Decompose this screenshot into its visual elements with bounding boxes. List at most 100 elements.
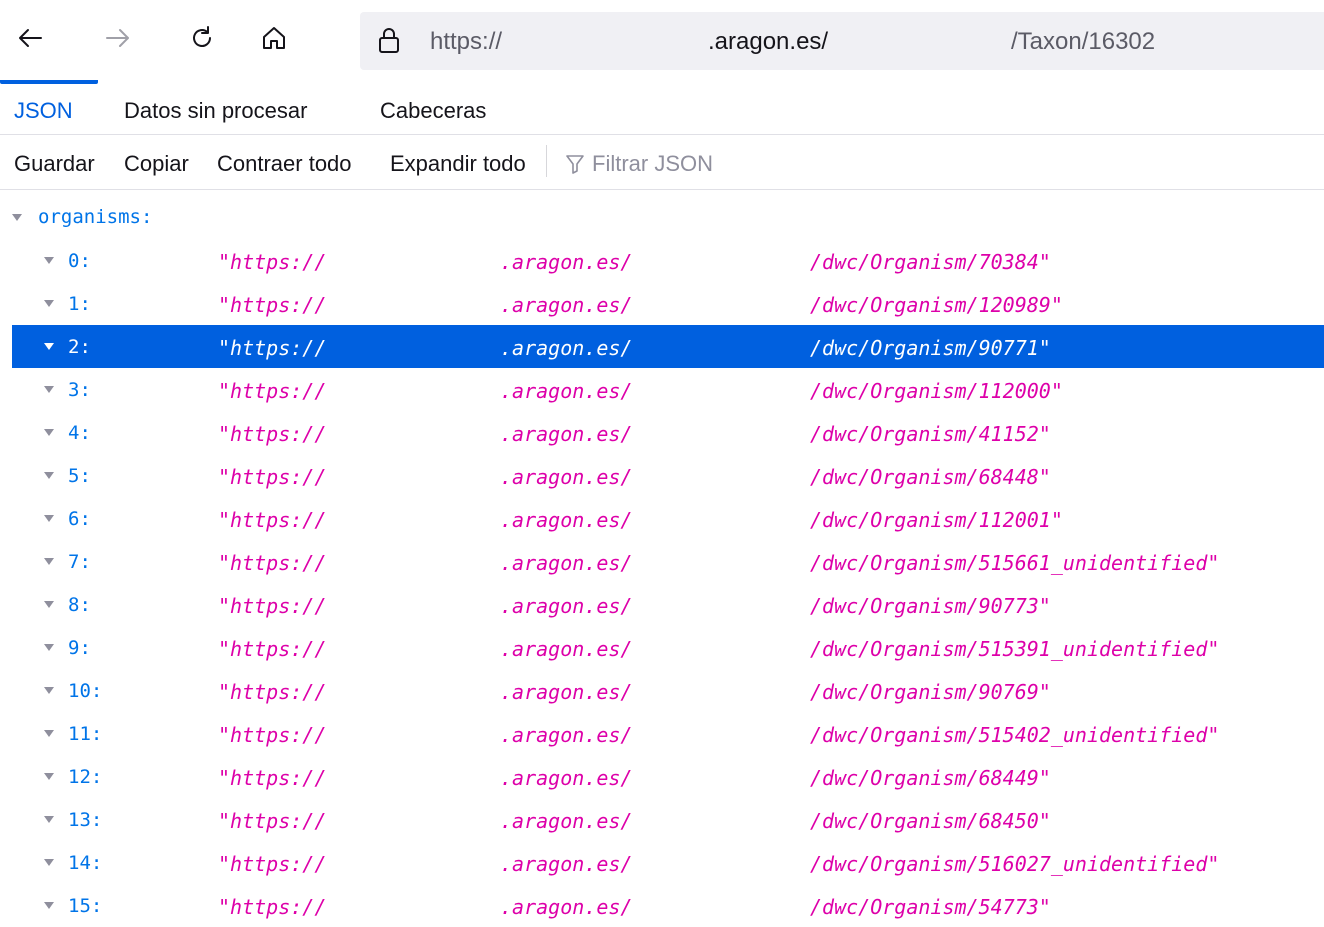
collapse-all-button[interactable]: Contraer todo [217, 151, 352, 177]
json-string-value-part: "https:// [218, 508, 327, 532]
json-string-value-part: /dwc/Organism/112000" [810, 379, 1063, 403]
json-string-value-part: "https:// [218, 336, 327, 360]
table-row[interactable]: 8: "https:// .aragon.es/ /dwc/Organism/9077… [12, 583, 1324, 626]
json-string-value-part: /dwc/Organism/90769" [810, 680, 1051, 704]
arrow-left-icon [19, 29, 42, 47]
json-string-value-part: "https:// [218, 422, 327, 446]
json-string-value-part: /dwc/Organism/515391_unidentified" [810, 637, 1220, 661]
toolbar-divider [546, 145, 547, 177]
json-string-value-part: .aragon.es/ [500, 465, 633, 489]
table-row[interactable]: 12: "https:// .aragon.es/ /dwc/Organism/684… [12, 755, 1324, 798]
tab-headers[interactable]: Cabeceras [380, 98, 486, 124]
table-row[interactable]: 15: "https:// .aragon.es/ /dwc/Organism/547… [12, 884, 1324, 927]
table-row[interactable]: 2: "https:// .aragon.es/ /dwc/Organism/9077… [12, 325, 1324, 368]
table-row[interactable]: 5: "https:// .aragon.es/ /dwc/Organism/6844… [12, 454, 1324, 497]
filter-json-input[interactable]: Filtrar JSON [566, 151, 713, 177]
expand-all-button[interactable]: Expandir todo [390, 151, 526, 177]
url-scheme: https:// [430, 28, 503, 55]
collapse-triangle-icon[interactable] [44, 472, 54, 479]
collapse-triangle-icon[interactable] [44, 773, 54, 780]
table-row[interactable]: 1: "https:// .aragon.es/ /dwc/Organism/1209… [12, 282, 1324, 325]
collapse-triangle-icon[interactable] [44, 687, 54, 694]
json-string-value-part: /dwc/Organism/515661_unidentified" [810, 551, 1220, 575]
json-key: 13: [68, 809, 103, 831]
table-row[interactable]: 0: "https:// .aragon.es/ /dwc/Organism/7038… [12, 239, 1324, 282]
collapse-triangle-icon[interactable] [44, 515, 54, 522]
json-string-value-part: .aragon.es/ [500, 422, 633, 446]
json-string-value-part: /dwc/Organism/68448" [810, 465, 1051, 489]
tree-root-row[interactable]: organisms: [0, 198, 1324, 238]
json-string-value-part: "https:// [218, 723, 327, 747]
viewer-tabs: JSON Datos sin procesar Cabeceras [0, 80, 1324, 135]
collapse-triangle-icon[interactable] [44, 386, 54, 393]
json-string-value-part: .aragon.es/ [500, 250, 633, 274]
json-string-value-part: "https:// [218, 852, 327, 876]
collapse-triangle-icon[interactable] [44, 601, 54, 608]
root-key: organisms: [38, 206, 153, 228]
json-string-value-part: .aragon.es/ [500, 895, 633, 919]
json-string-value-part: .aragon.es/ [500, 293, 633, 317]
json-key: 2: [68, 336, 91, 358]
json-key: 9: [68, 637, 91, 659]
json-toolbar: Guardar Copiar Contraer todo Expandir to… [0, 135, 1324, 190]
json-string-value-part: .aragon.es/ [500, 336, 633, 360]
table-row[interactable]: 11: "https:// .aragon.es/ /dwc/Organism/515… [12, 712, 1324, 755]
arrow-right-icon [106, 29, 129, 47]
json-key: 4: [68, 422, 91, 444]
json-string-value-part: .aragon.es/ [500, 723, 633, 747]
json-key: 15: [68, 895, 103, 917]
json-string-value-part: .aragon.es/ [500, 766, 633, 790]
collapse-triangle-icon[interactable] [44, 343, 54, 350]
json-string-value-part: .aragon.es/ [500, 637, 633, 661]
table-row[interactable]: 6: "https:// .aragon.es/ /dwc/Organism/1120… [12, 497, 1324, 540]
json-string-value-part: "https:// [218, 637, 327, 661]
forward-button[interactable] [98, 18, 138, 58]
json-string-value-part: /dwc/Organism/54773" [810, 895, 1051, 919]
json-string-value-part: /dwc/Organism/90771" [810, 336, 1051, 360]
tab-json[interactable]: JSON [14, 98, 73, 124]
json-string-value-part: .aragon.es/ [500, 680, 633, 704]
collapse-triangle-icon[interactable] [44, 257, 54, 264]
json-key: 10: [68, 680, 103, 702]
copy-button[interactable]: Copiar [124, 151, 189, 177]
json-string-value-part: /dwc/Organism/120989" [810, 293, 1063, 317]
back-button[interactable] [10, 18, 50, 58]
table-row[interactable]: 10: "https:// .aragon.es/ /dwc/Organism/907… [12, 669, 1324, 712]
json-string-value-part: "https:// [218, 379, 327, 403]
table-row[interactable]: 7: "https:// .aragon.es/ /dwc/Organism/5156… [12, 540, 1324, 583]
url-bar[interactable]: https:// .aragon.es/ /Taxon/16302 [360, 12, 1324, 70]
reload-button[interactable] [182, 18, 222, 58]
collapse-triangle-icon[interactable] [44, 429, 54, 436]
json-string-value-part: "https:// [218, 594, 327, 618]
collapse-triangle-icon[interactable] [44, 300, 54, 307]
json-string-value-part: /dwc/Organism/70384" [810, 250, 1051, 274]
url-path: /Taxon/16302 [1011, 28, 1156, 55]
lock-icon [379, 28, 399, 53]
json-key: 8: [68, 594, 91, 616]
json-string-value-part: .aragon.es/ [500, 551, 633, 575]
json-string-value-part: .aragon.es/ [500, 852, 633, 876]
navigation-bar: https:// .aragon.es/ /Taxon/16302 [0, 0, 1324, 76]
json-string-value-part: "https:// [218, 465, 327, 489]
collapse-triangle-icon[interactable] [44, 558, 54, 565]
table-row[interactable]: 4: "https:// .aragon.es/ /dwc/Organism/4115… [12, 411, 1324, 454]
save-button[interactable]: Guardar [14, 151, 95, 177]
collapse-triangle-icon[interactable] [44, 902, 54, 909]
home-button[interactable] [254, 18, 294, 58]
reload-icon [193, 26, 211, 47]
url-host: .aragon.es/ [708, 28, 829, 55]
filter-icon [566, 155, 584, 174]
table-row[interactable]: 9: "https:// .aragon.es/ /dwc/Organism/5153… [12, 626, 1324, 669]
collapse-triangle-icon[interactable] [44, 859, 54, 866]
filter-placeholder: Filtrar JSON [592, 151, 713, 176]
table-row[interactable]: 14: "https:// .aragon.es/ /dwc/Organism/516… [12, 841, 1324, 884]
table-row[interactable]: 3: "https:// .aragon.es/ /dwc/Organism/1120… [12, 368, 1324, 411]
collapse-triangle-icon[interactable] [44, 730, 54, 737]
collapse-triangle-icon[interactable] [44, 644, 54, 651]
tab-raw-data[interactable]: Datos sin procesar [124, 98, 307, 124]
table-row[interactable]: 13: "https:// .aragon.es/ /dwc/Organism/684… [12, 798, 1324, 841]
json-string-value-part: /dwc/Organism/516027_unidentified" [810, 852, 1220, 876]
json-key: 6: [68, 508, 91, 530]
collapse-triangle-icon[interactable] [12, 214, 22, 221]
collapse-triangle-icon[interactable] [44, 816, 54, 823]
